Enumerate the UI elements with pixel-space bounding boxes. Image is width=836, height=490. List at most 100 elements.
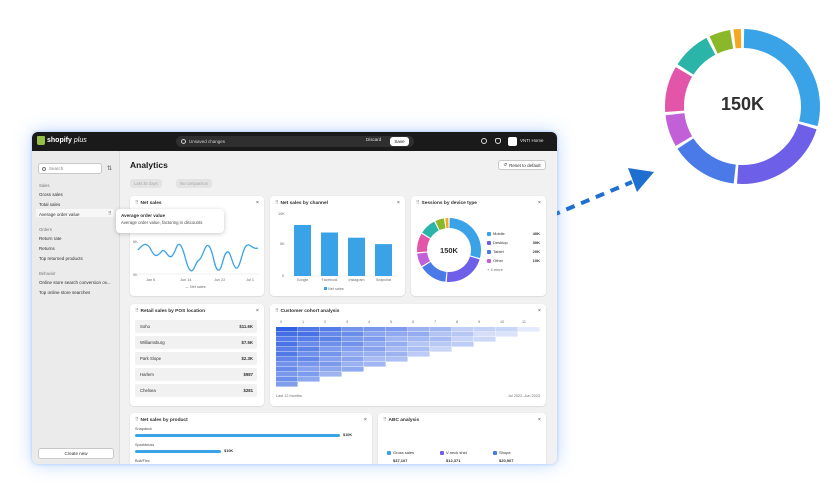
cohort-cell bbox=[496, 332, 518, 337]
cohort-cell bbox=[320, 372, 342, 377]
big-slice-desktop[interactable] bbox=[737, 123, 817, 184]
sessions-slice-segment-7[interactable] bbox=[435, 218, 446, 231]
sidebar-item-return-rate[interactable]: Return rate bbox=[39, 236, 62, 241]
abc-value: $20,907 bbox=[499, 458, 514, 463]
net-sales-by-product-card: ⠿ Net sales by product × Snapdeck $10K Sp… bbox=[130, 413, 372, 464]
cohort-cell bbox=[298, 342, 320, 347]
cohort-cell bbox=[474, 327, 496, 332]
cohort-cell bbox=[496, 327, 518, 332]
cohort-cell bbox=[430, 332, 452, 337]
cohort-cell bbox=[386, 337, 408, 342]
cohort-cell bbox=[474, 337, 496, 342]
sessions-slice-segment-6[interactable] bbox=[422, 221, 440, 239]
cohort-cell bbox=[276, 337, 298, 342]
cohort-cell bbox=[408, 342, 430, 347]
big-slice-other[interactable] bbox=[665, 112, 693, 146]
cohort-cell bbox=[276, 362, 298, 367]
sessions-slice-desktop[interactable] bbox=[446, 256, 480, 282]
cohort-footer-right: Jul 2022–Jun 2023 bbox=[507, 394, 540, 398]
cohort-cell bbox=[364, 362, 386, 367]
search-icon bbox=[42, 167, 46, 171]
big-slice-segment-7[interactable] bbox=[709, 29, 734, 54]
cohort-cell bbox=[342, 367, 364, 372]
cohort-cell bbox=[452, 327, 474, 332]
bar-instagram[interactable] bbox=[348, 237, 365, 276]
cohort-cell bbox=[342, 327, 364, 332]
logo-text: shopify bbox=[47, 137, 72, 144]
reset-to-default-button[interactable]: ↺ Reset to default bbox=[498, 160, 546, 170]
cohort-cell bbox=[276, 367, 298, 372]
tooltip-description: Average order value, factoring in discou… bbox=[121, 220, 203, 225]
x-axis-label: Jun 22 bbox=[214, 278, 226, 282]
sidebar-item-search-conversion[interactable]: Online store search conversion ov... bbox=[39, 280, 110, 285]
date-range-filter[interactable]: Last 30 days bbox=[130, 179, 162, 188]
discard-button[interactable]: Discard bbox=[366, 137, 381, 142]
legend-more-link[interactable]: + 4 more bbox=[487, 267, 503, 272]
bar-google[interactable] bbox=[294, 224, 311, 276]
sessions-slice-tablet[interactable] bbox=[422, 261, 447, 282]
sidebar-item-gross-sales[interactable]: Gross sales bbox=[39, 192, 63, 197]
sidebar-item-total-sales[interactable]: Total sales bbox=[39, 202, 60, 207]
page-title: Analytics bbox=[130, 160, 168, 170]
product-bar bbox=[135, 450, 222, 453]
cohort-cell bbox=[276, 372, 298, 377]
chart-legend: — Net sales bbox=[185, 285, 206, 289]
save-button[interactable]: Save bbox=[390, 137, 409, 146]
cohort-cell bbox=[364, 342, 386, 347]
store-avatar[interactable] bbox=[508, 137, 517, 146]
close-icon[interactable]: × bbox=[538, 200, 541, 206]
reset-label: Reset to default bbox=[509, 162, 541, 168]
sort-icon[interactable]: ⇅ bbox=[107, 165, 112, 172]
reset-icon: ↺ bbox=[503, 162, 508, 167]
store-name[interactable]: VNTI Home bbox=[520, 138, 544, 143]
cohort-cell bbox=[298, 332, 320, 337]
comparison-filter[interactable]: No comparison bbox=[176, 179, 213, 188]
close-icon[interactable]: × bbox=[364, 417, 367, 423]
cohort-cell bbox=[320, 347, 342, 352]
x-axis-label: Jan 6 bbox=[146, 278, 156, 282]
cohort-cell bbox=[320, 352, 342, 357]
cohort-cell bbox=[430, 347, 452, 352]
bell-icon[interactable] bbox=[495, 138, 501, 144]
close-icon[interactable]: × bbox=[397, 200, 400, 206]
sidebar-item-top-searches[interactable]: Top online store searches bbox=[39, 290, 90, 295]
close-icon[interactable]: × bbox=[538, 308, 541, 314]
cohort-cell bbox=[276, 347, 298, 352]
net-sales-by-channel-card: ⠿ Net sales by channel × 10K 5K 0 Google F… bbox=[270, 196, 405, 296]
cohort-cell bbox=[408, 337, 430, 342]
cohort-cell bbox=[408, 352, 430, 357]
cohort-cell bbox=[298, 327, 320, 332]
cohort-cell bbox=[342, 357, 364, 362]
sidebar-item-returns[interactable]: Returns bbox=[39, 246, 55, 251]
shopify-logo[interactable]: shopify plus bbox=[37, 136, 87, 145]
cohort-column-header: 2 bbox=[324, 320, 327, 324]
cohort-cell bbox=[408, 327, 430, 332]
cohort-cell bbox=[298, 347, 320, 352]
abc-legend-item: V-neck shirt bbox=[440, 450, 467, 455]
create-new-button[interactable]: Create new bbox=[38, 448, 114, 459]
sidebar-item-average-order-value[interactable]: Average order value bbox=[39, 212, 79, 217]
drag-handle-icon[interactable]: ⠿ bbox=[108, 211, 112, 217]
cohort-cell bbox=[452, 337, 474, 342]
cohort-column-header: 10 bbox=[500, 320, 505, 324]
cohort-cell bbox=[276, 327, 298, 332]
globe-icon[interactable] bbox=[481, 138, 487, 144]
bar-snapchat[interactable] bbox=[375, 244, 392, 276]
cohort-cell bbox=[320, 337, 342, 342]
close-icon[interactable]: × bbox=[256, 200, 259, 206]
search-input[interactable]: Search bbox=[38, 163, 102, 174]
y-axis-label: 6K bbox=[133, 240, 138, 244]
big-slice-segment-6[interactable] bbox=[677, 37, 716, 75]
big-slice-segment-5[interactable] bbox=[665, 67, 693, 112]
bar-facebook[interactable] bbox=[321, 232, 338, 277]
cohort-cell bbox=[430, 342, 452, 347]
cohort-cell bbox=[452, 342, 474, 347]
y-tick-label: 0 bbox=[282, 274, 285, 278]
close-icon[interactable]: × bbox=[256, 308, 259, 314]
sidebar-item-top-returned-products[interactable]: Top returned products bbox=[39, 256, 83, 261]
big-slice-tablet[interactable] bbox=[677, 138, 737, 184]
close-icon[interactable]: × bbox=[538, 417, 541, 423]
card-title: ⠿ Net sales by channel bbox=[275, 201, 328, 206]
product-name: Sparkbruss bbox=[135, 443, 155, 447]
cohort-cell bbox=[408, 332, 430, 337]
